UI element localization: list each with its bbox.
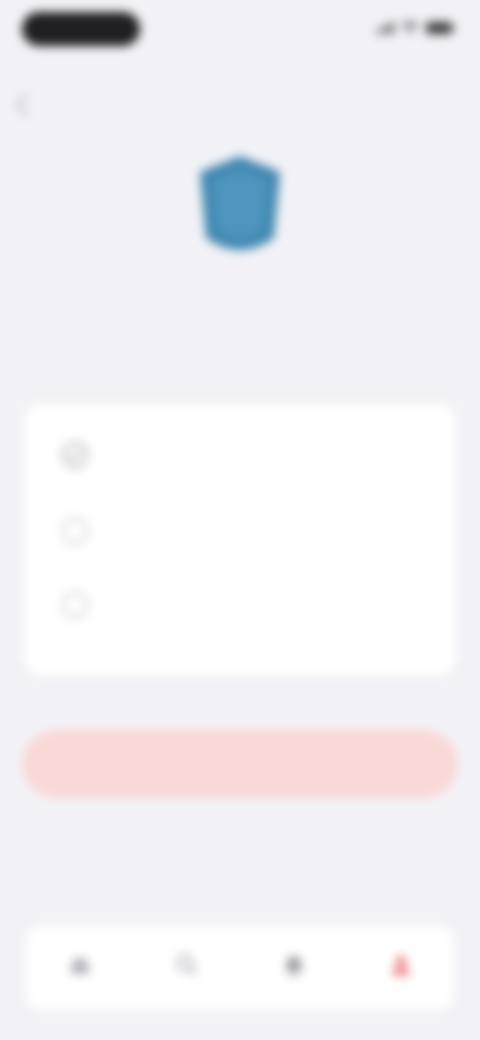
tab-home[interactable] — [26, 926, 133, 1010]
tab-bar — [26, 926, 454, 1010]
battery-icon — [426, 22, 455, 34]
primary-button[interactable] — [22, 730, 458, 798]
check-circle-icon — [62, 442, 88, 468]
status-bar — [0, 0, 480, 60]
signal-icon — [376, 22, 394, 34]
search-icon — [176, 954, 197, 976]
status-icons — [376, 22, 455, 34]
list-item — [24, 432, 456, 512]
info-circle-icon — [62, 518, 88, 544]
tab-search[interactable] — [133, 926, 240, 1010]
back-button[interactable] — [14, 80, 84, 130]
profile-icon — [391, 956, 410, 975]
list-item — [24, 508, 456, 588]
status-time-pill — [22, 12, 140, 46]
list-item — [24, 582, 456, 662]
app-screen — [0, 0, 480, 1040]
tab-notifications[interactable] — [240, 926, 347, 1010]
wifi-icon — [402, 22, 418, 33]
home-icon — [70, 956, 89, 974]
tab-profile[interactable] — [347, 926, 454, 1010]
info-circle-icon — [62, 592, 88, 618]
shield-icon — [200, 156, 280, 250]
chevron-left-icon — [15, 93, 29, 117]
info-card — [24, 404, 456, 676]
bell-icon — [284, 956, 303, 977]
